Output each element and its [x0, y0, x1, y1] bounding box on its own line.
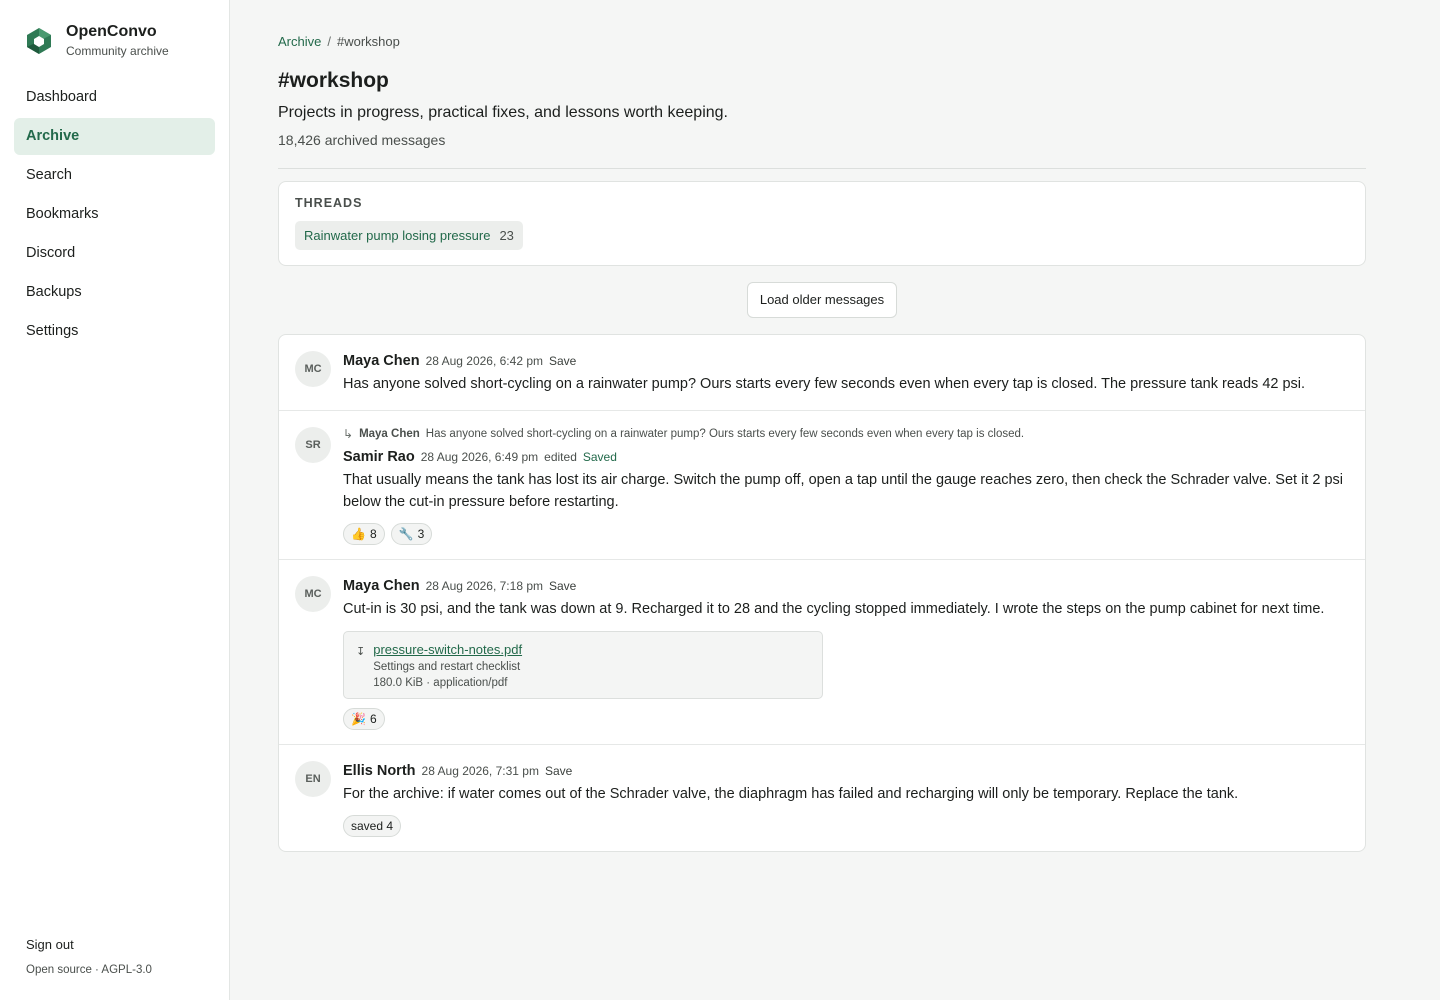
avatar: EN — [295, 761, 331, 797]
avatar: SR — [295, 426, 331, 463]
reply-reference[interactable]: ↳ Maya Chen Has anyone solved short-cycl… — [343, 427, 1349, 441]
message-timestamp: 28 Aug 2026, 7:31 pm — [421, 764, 539, 778]
reaction-party[interactable]: 🎉 6 — [343, 708, 385, 730]
message-author[interactable]: Maya Chen — [343, 351, 420, 371]
sidebar-item-dashboard[interactable]: Dashboard — [14, 79, 215, 116]
message-author[interactable]: Ellis North — [343, 761, 416, 781]
threads-panel: THREADS Rainwater pump losing pressure 2… — [278, 181, 1366, 266]
message-body: Cut-in is 30 psi, and the tank was down … — [343, 600, 1325, 617]
sidebar-item-settings[interactable]: Settings — [14, 313, 215, 350]
openconvo-logo-icon — [27, 28, 51, 54]
message-author[interactable]: Samir Rao — [343, 447, 415, 467]
message-timestamp: 28 Aug 2026, 6:42 pm — [425, 354, 543, 368]
download-icon: ↧ — [356, 646, 366, 658]
party-popper-icon: 🎉 — [351, 712, 366, 726]
message-body: For the archive: if water comes out of t… — [343, 786, 1239, 802]
avatar: MC — [295, 575, 331, 612]
sidebar-item-archive[interactable]: Archive — [14, 118, 215, 155]
reaction-count: 3 — [417, 526, 425, 541]
main-content: Archive / #workshop #workshop Projects in … — [278, 34, 1366, 852]
sidebar-item-search[interactable]: Search — [14, 157, 215, 194]
reactions: 🎉 6 — [343, 708, 1349, 730]
channel-description: Projects in progress, practical fixes, a… — [278, 104, 728, 121]
reactions: 👍 8 🔧 3 — [343, 522, 1349, 545]
message-list: MC Maya Chen 28 Aug 2026, 6:42 pm Save H… — [278, 334, 1366, 852]
threads-heading: THREADS — [295, 196, 363, 210]
message-item: EN Ellis North 28 Aug 2026, 7:31 pm Save… — [279, 745, 1365, 851]
thread-chip[interactable]: Rainwater pump losing pressure 23 — [295, 221, 523, 250]
reply-arrow-icon: ↳ — [343, 426, 354, 441]
message-author[interactable]: Maya Chen — [343, 576, 420, 596]
breadcrumb-current: #workshop — [336, 34, 400, 49]
message-timestamp: 28 Aug 2026, 6:49 pm — [420, 449, 539, 464]
load-older-button[interactable]: Load older messages — [746, 282, 898, 318]
brand-subtitle: Community archive — [66, 44, 169, 58]
breadcrumb: Archive / #workshop — [278, 34, 1366, 52]
save-button[interactable]: Save — [549, 576, 576, 596]
saved-button[interactable]: Saved — [583, 447, 617, 467]
avatar: MC — [295, 351, 331, 387]
attachment-card: ↧ pressure-switch-notes.pdf Settings and… — [343, 631, 823, 699]
reaction-count: 6 — [369, 712, 377, 726]
message-item: SR ↳ Maya Chen Has anyone solved short-c… — [279, 411, 1365, 560]
sidebar-item-bookmarks[interactable]: Bookmarks — [14, 196, 215, 233]
reaction-wrench[interactable]: 🔧 3 — [390, 522, 433, 545]
reactions: saved 4 — [343, 814, 1349, 837]
edited-indicator: edited — [544, 449, 577, 464]
sidebar: OpenConvo Community archive Dashboard Ar… — [0, 0, 230, 1000]
message-count: 18,426 archived messages — [278, 132, 446, 148]
brand: OpenConvo Community archive — [26, 22, 169, 58]
message-item: MC Maya Chen 28 Aug 2026, 6:42 pm Save H… — [279, 335, 1365, 411]
brand-name: OpenConvo — [66, 23, 157, 40]
thread-count: 23 — [499, 228, 514, 243]
message-item: MC Maya Chen 28 Aug 2026, 7:18 pm Save C… — [279, 560, 1365, 745]
save-button[interactable]: Save — [545, 761, 572, 781]
saved-count-badge[interactable]: saved 4 — [343, 814, 402, 837]
breadcrumb-archive-link[interactable]: Archive — [278, 34, 321, 49]
sidebar-nav: Dashboard Archive Search Bookmarks Disco… — [14, 79, 215, 352]
page-title: #workshop — [278, 69, 389, 92]
reply-snippet: Has anyone solved short-cycling on a rai… — [425, 427, 1025, 440]
sidebar-item-backups[interactable]: Backups — [14, 274, 215, 311]
message-timestamp: 28 Aug 2026, 7:18 pm — [425, 578, 543, 593]
sign-out-link[interactable]: Sign out — [26, 937, 74, 952]
reaction-thumbs-up[interactable]: 👍 8 — [343, 522, 385, 545]
attachment-link[interactable]: pressure-switch-notes.pdf — [373, 642, 522, 657]
message-body: That usually means the tank has lost its… — [343, 471, 1343, 511]
license-text: Open source · AGPL-3.0 — [26, 964, 152, 976]
wrench-icon: 🔧 — [398, 526, 414, 541]
reaction-count: 8 — [369, 526, 377, 541]
save-button[interactable]: Save — [549, 351, 576, 371]
thumbs-up-icon: 👍 — [351, 526, 366, 541]
attachment-description: Settings and restart checklist — [373, 661, 521, 673]
message-body: Has anyone solved short-cycling on a rai… — [343, 376, 1306, 392]
attachment-meta: 180.0 KiB · application/pdf — [373, 677, 508, 689]
reply-author: Maya Chen — [359, 427, 420, 440]
breadcrumb-separator: / — [327, 34, 331, 49]
divider — [278, 168, 1366, 169]
sidebar-item-discord[interactable]: Discord — [14, 235, 215, 272]
thread-name: Rainwater pump losing pressure — [304, 228, 491, 243]
